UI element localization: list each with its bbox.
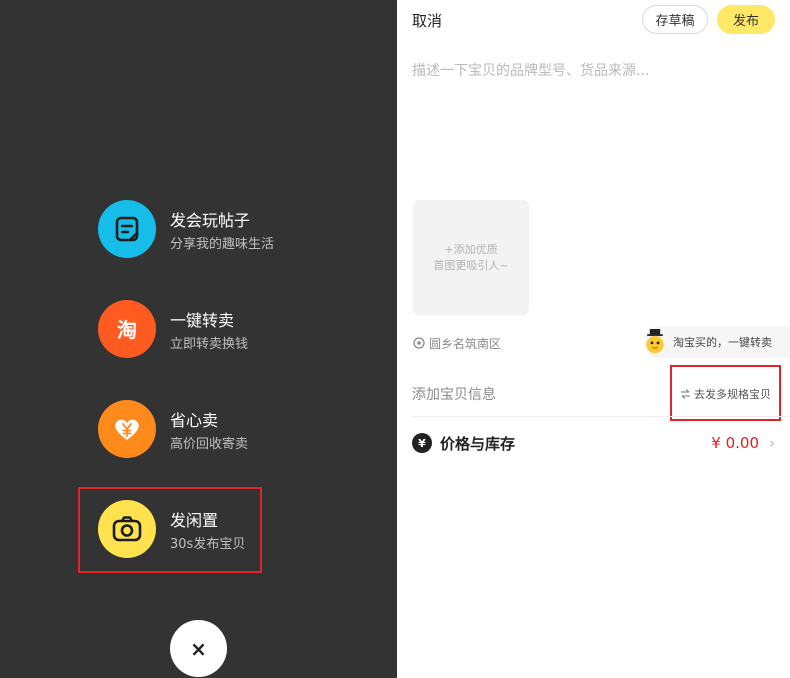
menu-item-title: 一键转卖 (170, 311, 235, 330)
menu-item-title: 发会玩帖子 (170, 211, 251, 230)
highlight-box (670, 365, 781, 421)
mascot-avatar-icon (646, 329, 664, 354)
menu-item-resell[interactable]: 淘 一键转卖 立即转卖换钱 (98, 300, 338, 360)
svg-text:淘: 淘 (117, 318, 137, 342)
taobao-icon: 淘 (98, 300, 156, 358)
add-photo-button[interactable]: +添加优质 首图更吸引人~ (413, 200, 529, 315)
location-selector[interactable]: 圆乡名筑南区 (413, 335, 501, 352)
description-input[interactable]: 描述一下宝贝的品牌型号、货品来源... (412, 60, 649, 80)
add-item-info-label: 添加宝贝信息 (412, 387, 496, 403)
menu-item-subtitle: 立即转卖换钱 (170, 337, 249, 352)
save-draft-button[interactable]: 存草稿 (642, 5, 708, 34)
add-photo-hint: 首图更吸引人~ (433, 258, 509, 272)
menu-item-subtitle: 分享我的趣味生活 (170, 237, 275, 252)
highlight-box (78, 487, 262, 573)
menu-item-subtitle: 高价回收寄卖 (170, 437, 249, 452)
yen-icon: ¥ (412, 433, 432, 453)
menu-item-easy-sell[interactable]: 省心卖 高价回收寄卖 (98, 400, 338, 460)
divider (412, 416, 790, 417)
price-label: 价格与库存 (440, 435, 516, 453)
cancel-button[interactable]: 取消 (412, 10, 442, 31)
heart-yen-icon (98, 400, 156, 458)
menu-item-post[interactable]: 发会玩帖子 分享我的趣味生活 (98, 200, 338, 260)
chevron-right-icon: › (769, 434, 775, 452)
location-pin-icon (413, 337, 425, 349)
action-menu-panel: 发会玩帖子 分享我的趣味生活 淘 一键转卖 立即转卖换钱 省心卖 高价回收寄卖 (0, 0, 397, 678)
note-icon (98, 200, 156, 258)
publish-panel: 取消 存草稿 发布 描述一下宝贝的品牌型号、货品来源... +添加优质 首图更吸… (397, 0, 790, 678)
menu-item-title: 省心卖 (170, 411, 219, 430)
price-stock-row[interactable]: ¥ 价格与库存 ¥ 0.00 › (412, 432, 777, 456)
promo-text: 淘宝买的，一键转卖 (673, 336, 772, 349)
location-text: 圆乡名筑南区 (429, 337, 502, 351)
close-button[interactable]: × (170, 620, 227, 677)
add-photo-label: +添加优质 (444, 242, 498, 256)
publish-button[interactable]: 发布 (717, 5, 775, 34)
price-value: ¥ 0.00 (711, 434, 759, 452)
resell-promo-bubble[interactable]: 淘宝买的，一键转卖 (644, 326, 790, 358)
